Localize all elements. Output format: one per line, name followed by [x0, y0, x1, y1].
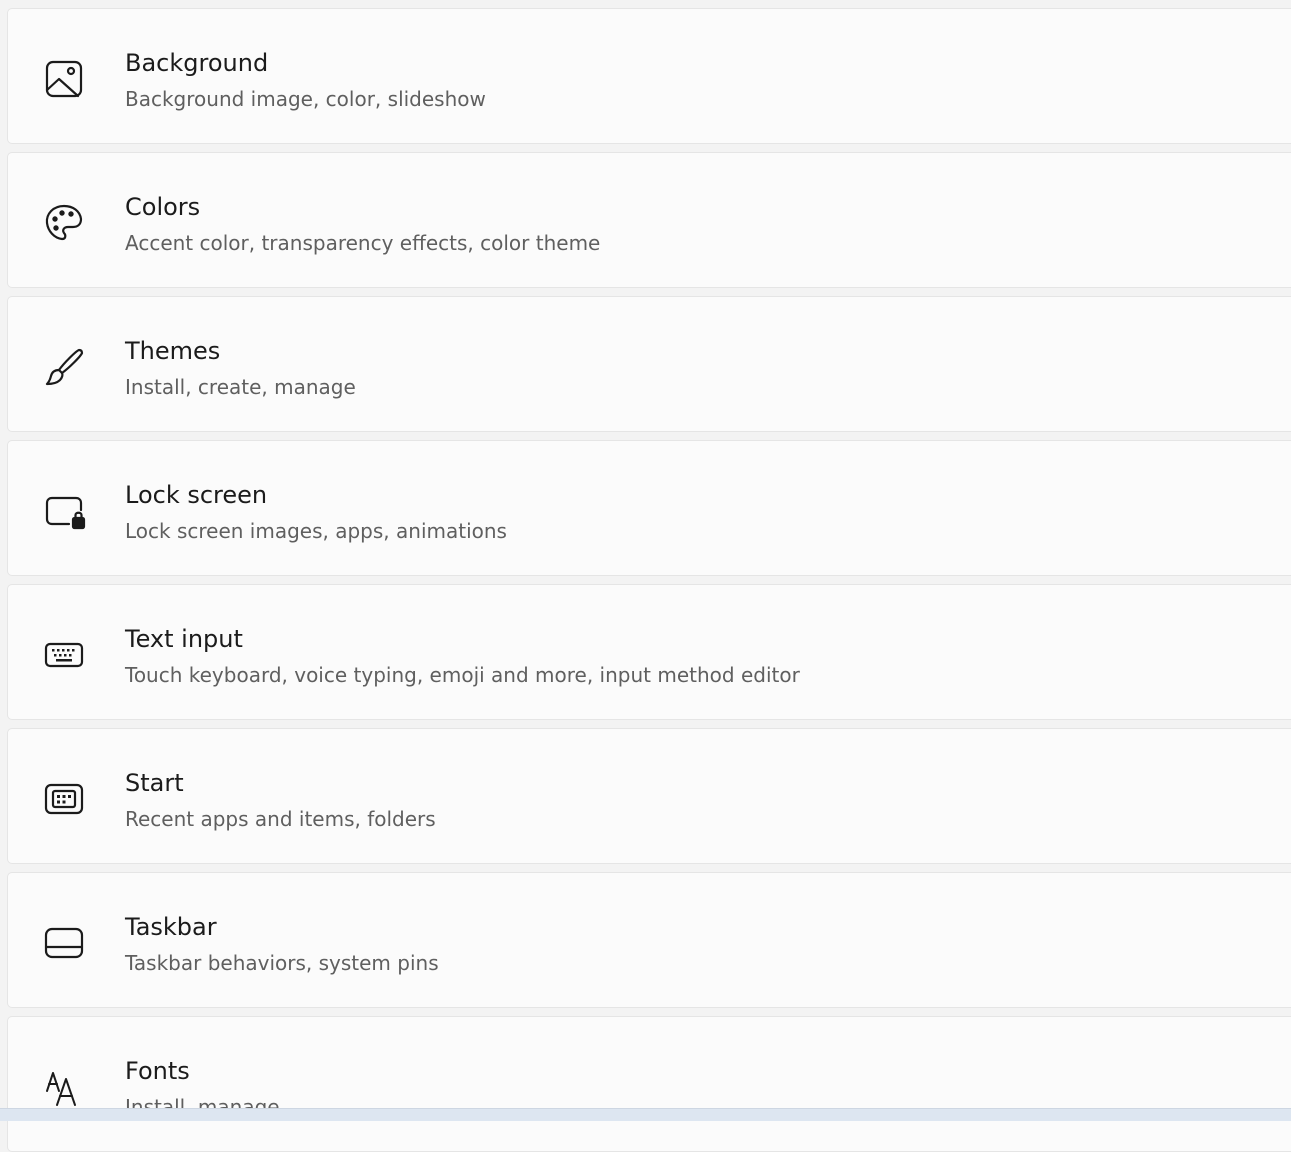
setting-subtitle: Touch keyboard, voice typing, emoji and …: [125, 663, 800, 687]
setting-card-lock-screen[interactable]: Lock screen Lock screen images, apps, an…: [7, 440, 1291, 576]
setting-title: Colors: [125, 193, 201, 221]
lock-screen-icon: [42, 491, 86, 531]
setting-card-text-input[interactable]: Text input Touch keyboard, voice typing,…: [7, 584, 1291, 720]
setting-title: Fonts: [125, 1057, 190, 1085]
taskbar-icon: [42, 923, 86, 963]
setting-subtitle: Background image, color, slideshow: [125, 87, 486, 111]
setting-title: Themes: [125, 337, 221, 365]
setting-subtitle: Recent apps and items, folders: [125, 807, 436, 831]
setting-card-colors[interactable]: Colors Accent color, transparency effect…: [7, 152, 1291, 288]
keyboard-icon: [42, 635, 86, 675]
setting-subtitle: Lock screen images, apps, animations: [125, 519, 507, 543]
setting-subtitle: Install, create, manage: [125, 375, 356, 399]
setting-card-themes[interactable]: Themes Install, create, manage: [7, 296, 1291, 432]
setting-subtitle: Taskbar behaviors, system pins: [125, 951, 439, 975]
image-icon: [42, 59, 86, 99]
setting-subtitle: Accent color, transparency effects, colo…: [125, 231, 601, 255]
setting-card-start[interactable]: Start Recent apps and items, folders: [7, 728, 1291, 864]
bottom-edge-bar: [0, 1108, 1291, 1121]
setting-title: Background: [125, 49, 269, 77]
palette-icon: [42, 203, 86, 243]
setting-card-taskbar[interactable]: Taskbar Taskbar behaviors, system pins: [7, 872, 1291, 1008]
setting-title: Taskbar: [125, 913, 217, 941]
setting-card-fonts[interactable]: Fonts Install, manage: [7, 1016, 1291, 1152]
setting-title: Lock screen: [125, 481, 268, 509]
setting-title: Start: [125, 769, 184, 797]
setting-card-background[interactable]: Background Background image, color, slid…: [7, 8, 1291, 144]
start-icon: [42, 779, 86, 819]
brush-icon: [42, 347, 86, 387]
setting-title: Text input: [125, 625, 243, 653]
fonts-icon: [42, 1067, 86, 1107]
